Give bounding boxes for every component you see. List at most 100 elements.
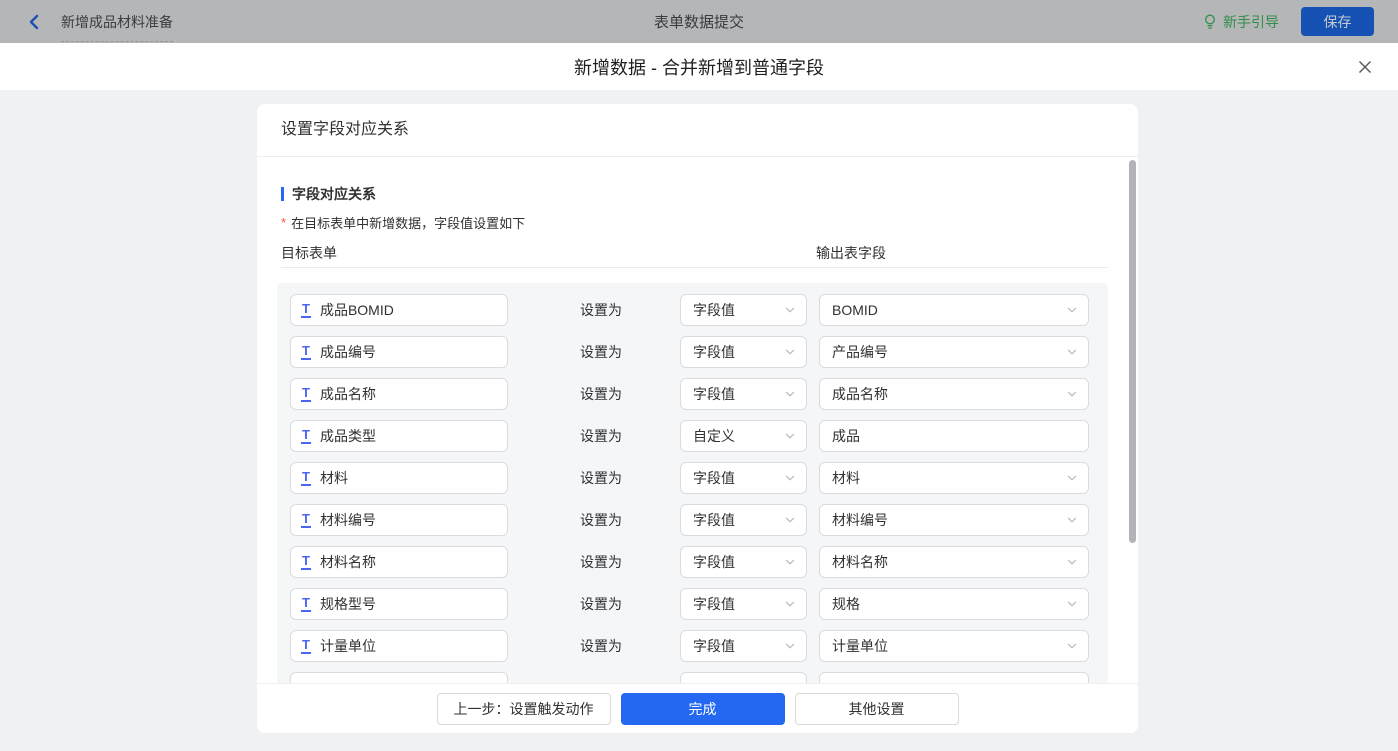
- description-text: 在目标表单中新增数据，字段值设置如下: [291, 213, 525, 232]
- output-field-select[interactable]: 产品编号: [819, 336, 1089, 368]
- scrollbar-thumb[interactable]: [1129, 160, 1136, 543]
- chevron-down-icon: [784, 304, 796, 316]
- field-mapping-row: T 材料名称 设置为 字段值 材料名称: [290, 546, 1108, 578]
- value-mode-selected: 字段值: [693, 594, 776, 614]
- target-field-input[interactable]: T 材料: [290, 462, 508, 494]
- field-mapping-row: T 成品BOMID 设置为 字段值 BOMID: [290, 294, 1108, 326]
- value-mode-select[interactable]: 字段值: [680, 294, 807, 326]
- value-mode-select[interactable]: 字段值: [680, 588, 807, 620]
- output-field-selected: 规格: [832, 594, 1058, 614]
- value-mode-selected: 字段值: [693, 468, 776, 488]
- target-field-name: 规格型号: [320, 594, 376, 614]
- field-mapping-row: T 成品编号 设置为 字段值 产品编号: [290, 336, 1108, 368]
- target-field-input[interactable]: T 成品类型: [290, 420, 508, 452]
- target-field-input[interactable]: T 成品编号: [290, 336, 508, 368]
- set-as-label: 设置为: [580, 588, 622, 620]
- value-mode-selected: 字段值: [693, 552, 776, 572]
- prev-step-button[interactable]: 上一步：设置触发动作: [437, 693, 611, 725]
- value-mode-select[interactable]: [680, 672, 807, 683]
- output-field-select[interactable]: 材料编号: [819, 504, 1089, 536]
- chevron-down-icon: [1066, 514, 1078, 526]
- target-field-name: 计量单位: [320, 636, 376, 656]
- beginner-guide-link[interactable]: 新手引导: [1202, 12, 1279, 32]
- target-field-input[interactable]: T 材料名称: [290, 546, 508, 578]
- divider: [281, 267, 1108, 268]
- text-field-type-icon: T: [301, 344, 311, 360]
- target-field-input[interactable]: T 规格型号: [290, 588, 508, 620]
- text-field-type-icon: T: [301, 638, 311, 654]
- other-settings-button[interactable]: 其他设置: [795, 693, 959, 725]
- workflow-title[interactable]: 新增成品材料准备: [61, 12, 173, 32]
- field-mapping-row: T 成品名称 设置为 字段值 成品名称: [290, 378, 1108, 410]
- value-mode-select[interactable]: 字段值: [680, 462, 807, 494]
- section-accent-bar: [281, 187, 284, 201]
- done-button[interactable]: 完成: [621, 693, 785, 725]
- target-field-input[interactable]: T 成品名称: [290, 378, 508, 410]
- field-mapping-row: T 成品类型 设置为 自定义 成品: [290, 420, 1108, 452]
- modal-body: 设置字段对应关系 字段对应关系 * 在目标表单中新增数据，字段值设置如下 目标表…: [0, 90, 1398, 751]
- target-field-name: 材料名称: [320, 552, 376, 572]
- back-icon[interactable]: [27, 14, 41, 30]
- value-mode-selected: 字段值: [693, 510, 776, 530]
- output-field-select[interactable]: 成品: [819, 420, 1089, 452]
- output-field-select[interactable]: 材料: [819, 462, 1089, 494]
- set-as-label: 设置为: [580, 462, 622, 494]
- close-icon[interactable]: [1356, 58, 1374, 76]
- text-field-type-icon: T: [301, 302, 311, 318]
- value-mode-select[interactable]: 字段值: [680, 546, 807, 578]
- column-header-output-fields: 输出表字段: [816, 243, 886, 263]
- chevron-down-icon: [1066, 598, 1078, 610]
- value-mode-select[interactable]: 字段值: [680, 336, 807, 368]
- target-field-input[interactable]: T 计量单位: [290, 630, 508, 662]
- text-field-type-icon: T: [301, 386, 311, 402]
- output-field-select[interactable]: [819, 672, 1089, 683]
- field-mapping-row: T: [290, 672, 1108, 683]
- output-field-select[interactable]: 计量单位: [819, 630, 1089, 662]
- output-field-selected: 产品编号: [832, 342, 1058, 362]
- value-mode-select[interactable]: 字段值: [680, 630, 807, 662]
- save-button[interactable]: 保存: [1301, 7, 1374, 36]
- card-title: 设置字段对应关系: [257, 104, 1138, 157]
- value-mode-selected: 字段值: [693, 342, 776, 362]
- output-field-select[interactable]: 材料名称: [819, 546, 1089, 578]
- topbar: 新增成品材料准备 表单数据提交 新手引导 保存: [0, 0, 1398, 43]
- set-as-label: 设置为: [580, 336, 622, 368]
- value-mode-select[interactable]: 自定义: [680, 420, 807, 452]
- text-field-type-icon: T: [301, 512, 311, 528]
- target-field-input[interactable]: T 成品BOMID: [290, 294, 508, 326]
- set-as-label: 设置为: [580, 420, 622, 452]
- value-mode-select[interactable]: 字段值: [680, 504, 807, 536]
- lightbulb-icon: [1202, 13, 1218, 30]
- field-mapping-card: 设置字段对应关系 字段对应关系 * 在目标表单中新增数据，字段值设置如下 目标表…: [257, 104, 1138, 733]
- section-title-label: 字段对应关系: [292, 184, 376, 204]
- output-field-select[interactable]: 规格: [819, 588, 1089, 620]
- output-field-select[interactable]: BOMID: [819, 294, 1089, 326]
- chevron-down-icon: [784, 514, 796, 526]
- required-asterisk: *: [281, 215, 286, 230]
- output-field-selected: 材料编号: [832, 510, 1058, 530]
- chevron-down-icon: [1066, 556, 1078, 568]
- target-field-input[interactable]: T: [290, 672, 508, 683]
- set-as-label: 设置为: [580, 294, 622, 326]
- chevron-down-icon: [784, 640, 796, 652]
- set-as-label: 设置为: [580, 546, 622, 578]
- value-mode-select[interactable]: 字段值: [680, 378, 807, 410]
- target-field-input[interactable]: T 材料编号: [290, 504, 508, 536]
- column-headers: 目标表单 输出表字段: [281, 243, 1108, 263]
- field-mapping-row: T 规格型号 设置为 字段值 规格: [290, 588, 1108, 620]
- set-as-label: 设置为: [580, 630, 622, 662]
- text-field-type-icon: T: [301, 596, 311, 612]
- chevron-down-icon: [1066, 346, 1078, 358]
- target-field-name: 成品名称: [320, 384, 376, 404]
- target-field-name: 成品编号: [320, 342, 376, 362]
- chevron-down-icon: [784, 472, 796, 484]
- beginner-guide-label: 新手引导: [1223, 12, 1279, 32]
- set-as-label: 设置为: [580, 378, 622, 410]
- section-title: 字段对应关系: [281, 184, 1108, 204]
- output-field-select[interactable]: 成品名称: [819, 378, 1089, 410]
- output-field-selected: 计量单位: [832, 636, 1058, 656]
- modal-title: 新增数据 - 合并新增到普通字段: [574, 54, 824, 80]
- card-footer: 上一步：设置触发动作 完成 其他设置: [257, 683, 1138, 733]
- value-mode-selected: 字段值: [693, 636, 776, 656]
- text-field-type-icon: T: [301, 470, 311, 486]
